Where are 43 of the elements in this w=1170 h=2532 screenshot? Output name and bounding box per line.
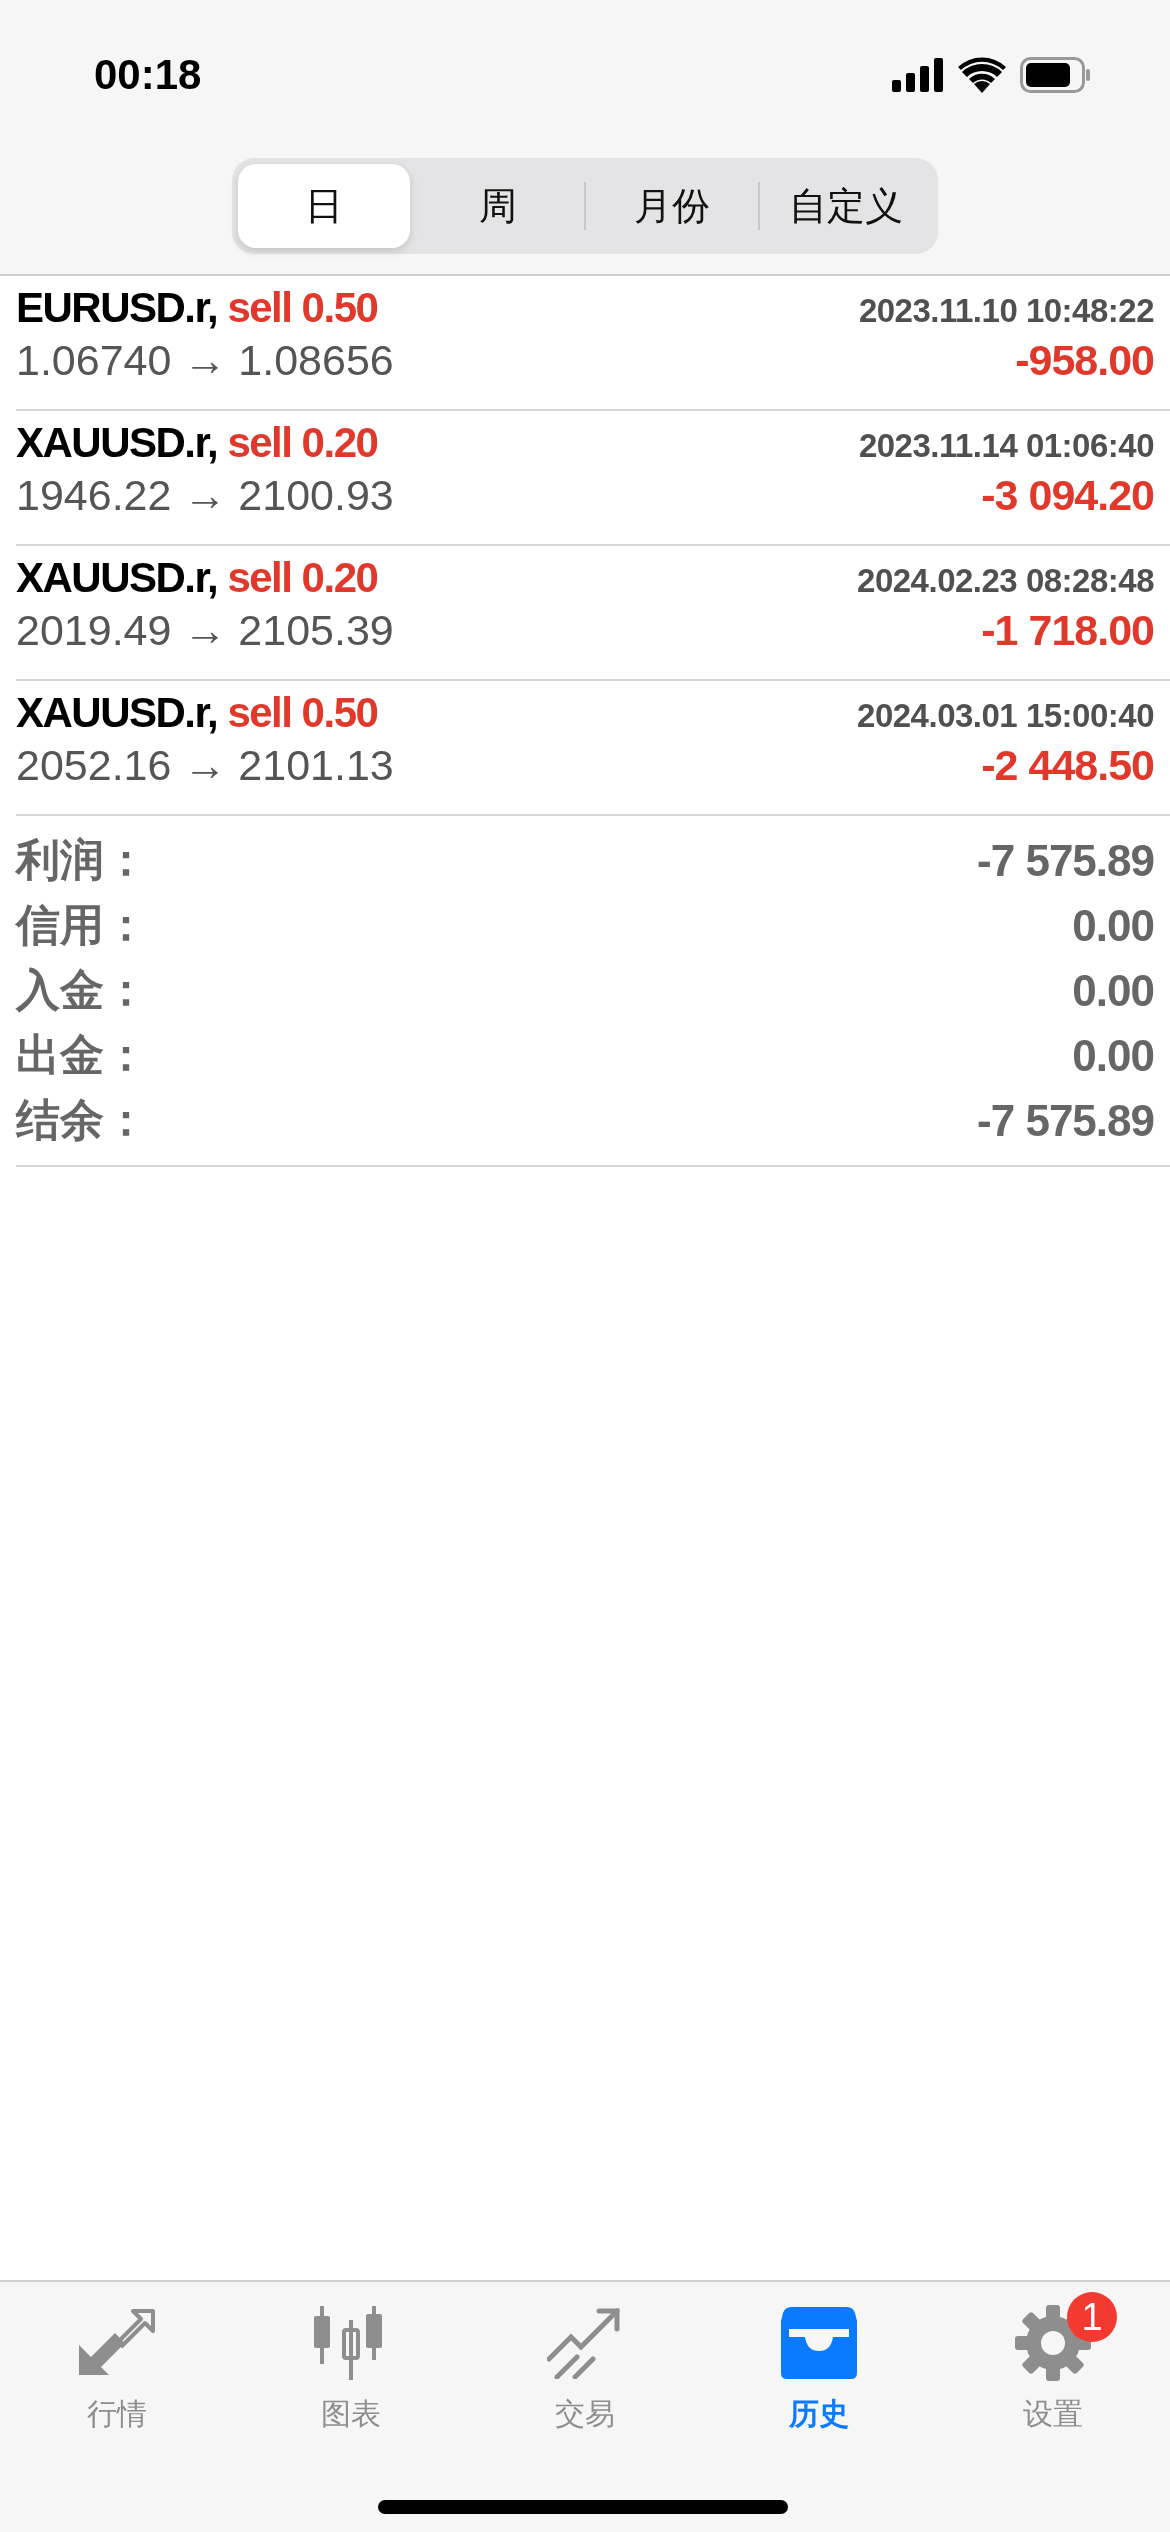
trade-time: 2023.11.14 01:06:40 [858,427,1154,465]
battery-icon [1020,57,1092,93]
tab-bar-item[interactable]: 交易 [468,2282,702,2435]
notification-badge: 1 [1067,2292,1117,2342]
trade-profit: -1 718.00 [981,606,1154,655]
trade-profit: -2 448.50 [981,741,1154,790]
summary-label: 利润： [16,833,148,887]
tab-bar-item[interactable]: 1 设置 [936,2282,1170,2435]
segment-tab[interactable]: 自定义 [760,164,932,248]
summary-label: 出金： [16,1028,148,1082]
summary-value: 0.00 [1072,1030,1154,1081]
trade-symbol: EURUSD.r, sell 0.50 [16,284,378,332]
trade-profit: -958.00 [1015,336,1154,385]
trade-time: 2023.11.10 10:48:22 [858,292,1154,330]
summary-label: 结余： [16,1093,148,1147]
trend-arrow-icon [547,2307,623,2379]
trade-symbol: XAUUSD.r, sell 0.20 [16,419,378,467]
signal-icon [892,58,944,92]
wifi-icon [958,57,1006,93]
segment-tab[interactable]: 月份 [586,164,758,248]
price-range: 2052.16 → 2101.13 [16,741,394,790]
tab-bar-item[interactable]: 历史 [702,2282,936,2435]
status-time: 00:18 [94,51,202,99]
trade-symbol: XAUUSD.r, sell 0.50 [16,689,378,737]
summary-label: 信用： [16,898,148,952]
segment-tab[interactable]: 日 [238,164,410,248]
price-range: 1.06740 → 1.08656 [16,336,394,385]
trade-time: 2024.02.23 08:28:48 [857,562,1154,600]
summary-value: -7 575.89 [977,1095,1154,1146]
trade-time: 2024.03.01 15:00:40 [857,697,1154,735]
segment-tab[interactable]: 周 [412,164,584,248]
inbox-tray-icon [781,2307,857,2379]
tab-bar-item[interactable]: 行情 [0,2282,234,2435]
summary-value: 0.00 [1072,965,1154,1016]
summary-value: 0.00 [1072,900,1154,951]
tab-bar-item[interactable]: 图表 [234,2282,468,2435]
trade-profit: -3 094.20 [981,471,1154,520]
diagonal-arrows-icon [79,2309,155,2377]
trade-symbol: XAUUSD.r, sell 0.20 [16,554,378,602]
price-range: 2019.49 → 2105.39 [16,606,394,655]
price-range: 1946.22 → 2100.93 [16,471,394,520]
summary-label: 入金： [16,963,148,1017]
summary-value: -7 575.89 [977,835,1154,886]
